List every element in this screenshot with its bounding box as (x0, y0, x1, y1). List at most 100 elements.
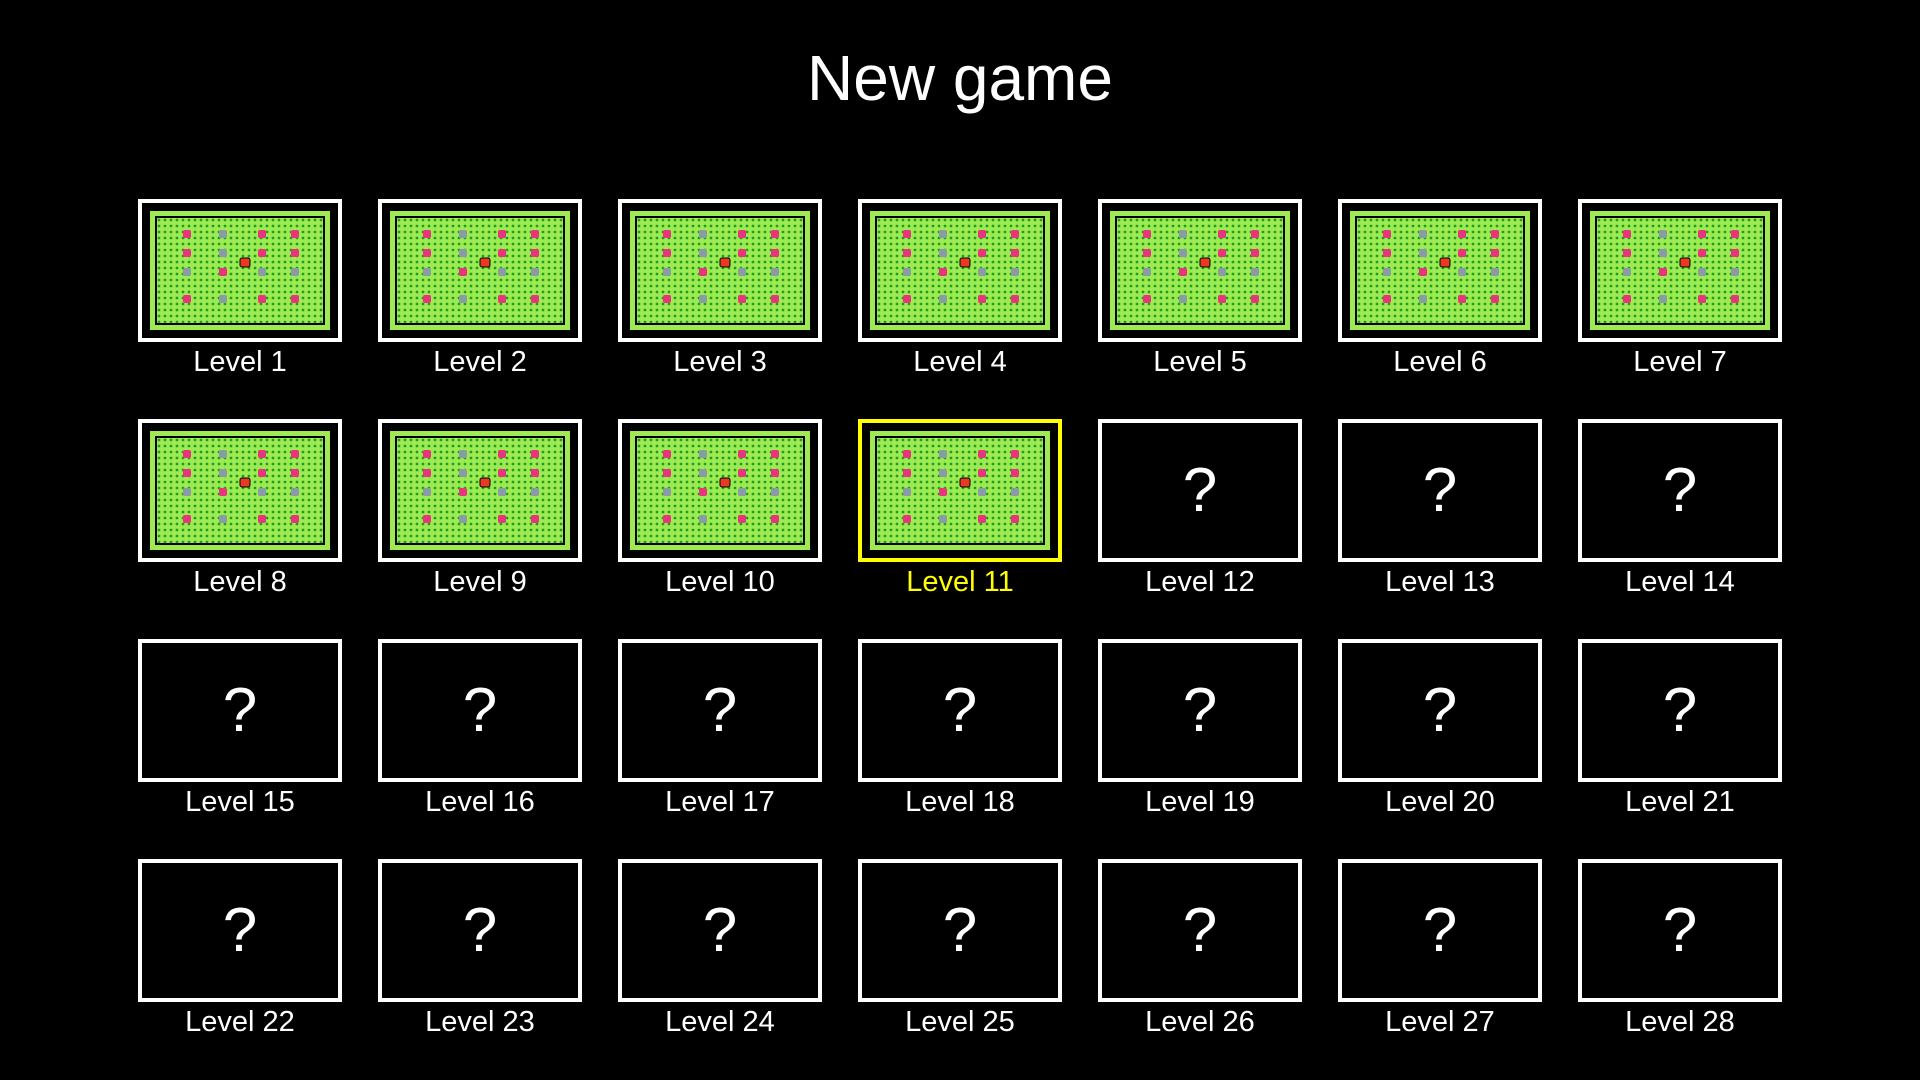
crate-tile (459, 450, 467, 458)
target-tile (939, 268, 947, 276)
level-label: Level 21 (1625, 786, 1735, 818)
locked-question-icon: ? (1422, 895, 1458, 965)
target-tile (531, 230, 539, 238)
locked-level-thumbnail: ? (1338, 859, 1542, 1002)
target-tile (1143, 295, 1151, 303)
level-thumbnail (1578, 199, 1782, 342)
level-thumbnail (618, 199, 822, 342)
crate-tile (699, 469, 707, 477)
level-card-27[interactable]: ? Level 27 (1338, 859, 1542, 1038)
level-card-11[interactable]: Level 11 (858, 419, 1062, 598)
player-icon (239, 257, 251, 268)
crate-tile (1419, 249, 1427, 257)
target-tile (1218, 230, 1226, 238)
level-card-13[interactable]: ? Level 13 (1338, 419, 1542, 598)
level-card-22[interactable]: ? Level 22 (138, 859, 342, 1038)
crate-tile (1179, 230, 1187, 238)
locked-question-icon: ? (462, 895, 498, 965)
crate-tile (699, 230, 707, 238)
crate-tile (459, 295, 467, 303)
level-card-14[interactable]: ? Level 14 (1578, 419, 1782, 598)
level-card-10[interactable]: Level 10 (618, 419, 822, 598)
target-tile (771, 295, 779, 303)
locked-level-thumbnail: ? (378, 639, 582, 782)
crate-tile (939, 230, 947, 238)
target-tile (1623, 230, 1631, 238)
target-tile (291, 515, 299, 523)
target-tile (663, 295, 671, 303)
target-tile (531, 450, 539, 458)
level-card-8[interactable]: Level 8 (138, 419, 342, 598)
target-tile (978, 295, 986, 303)
crate-tile (291, 488, 299, 496)
crate-tile (459, 515, 467, 523)
target-tile (903, 295, 911, 303)
target-tile (1251, 230, 1259, 238)
level-card-16[interactable]: ? Level 16 (378, 639, 582, 818)
level-thumbnail (1098, 199, 1302, 342)
target-tile (258, 450, 266, 458)
target-tile (183, 515, 191, 523)
level-card-28[interactable]: ? Level 28 (1578, 859, 1782, 1038)
player-icon (479, 477, 491, 488)
level-card-15[interactable]: ? Level 15 (138, 639, 342, 818)
crate-tile (219, 450, 227, 458)
target-tile (498, 469, 506, 477)
crate-tile (258, 268, 266, 276)
locked-question-icon: ? (1662, 455, 1698, 525)
target-tile (1383, 230, 1391, 238)
crate-tile (771, 488, 779, 496)
target-tile (459, 268, 467, 276)
level-card-17[interactable]: ? Level 17 (618, 639, 822, 818)
locked-question-icon: ? (1422, 455, 1458, 525)
level-label: Level 26 (1145, 1006, 1255, 1038)
level-card-1[interactable]: Level 1 (138, 199, 342, 378)
level-card-2[interactable]: Level 2 (378, 199, 582, 378)
target-tile (258, 249, 266, 257)
target-tile (1011, 515, 1019, 523)
locked-question-icon: ? (1662, 895, 1698, 965)
level-card-5[interactable]: Level 5 (1098, 199, 1302, 378)
player-icon (1439, 257, 1451, 268)
level-card-21[interactable]: ? Level 21 (1578, 639, 1782, 818)
target-tile (1731, 249, 1739, 257)
crate-tile (939, 295, 947, 303)
level-card-18[interactable]: ? Level 18 (858, 639, 1062, 818)
target-tile (459, 488, 467, 496)
level-card-25[interactable]: ? Level 25 (858, 859, 1062, 1038)
level-card-20[interactable]: ? Level 20 (1338, 639, 1542, 818)
level-card-24[interactable]: ? Level 24 (618, 859, 822, 1038)
target-tile (423, 450, 431, 458)
target-tile (291, 450, 299, 458)
level-card-23[interactable]: ? Level 23 (378, 859, 582, 1038)
target-tile (663, 450, 671, 458)
target-tile (183, 450, 191, 458)
target-tile (903, 450, 911, 458)
crate-tile (1011, 488, 1019, 496)
crate-tile (219, 295, 227, 303)
target-tile (903, 230, 911, 238)
locked-level-thumbnail: ? (138, 859, 342, 1002)
level-preview-board (150, 211, 330, 330)
target-tile (663, 469, 671, 477)
crate-tile (183, 268, 191, 276)
locked-question-icon: ? (1182, 455, 1218, 525)
crate-tile (291, 268, 299, 276)
level-card-9[interactable]: Level 9 (378, 419, 582, 598)
level-card-7[interactable]: Level 7 (1578, 199, 1782, 378)
target-tile (183, 249, 191, 257)
level-card-26[interactable]: ? Level 26 (1098, 859, 1302, 1038)
level-label: Level 19 (1145, 786, 1255, 818)
level-label: Level 9 (433, 566, 527, 598)
target-tile (219, 268, 227, 276)
locked-level-thumbnail: ? (1098, 419, 1302, 562)
level-card-6[interactable]: Level 6 (1338, 199, 1542, 378)
crate-tile (939, 450, 947, 458)
level-card-4[interactable]: Level 4 (858, 199, 1062, 378)
level-preview-board (1590, 211, 1770, 330)
level-card-3[interactable]: Level 3 (618, 199, 822, 378)
level-thumbnail (138, 419, 342, 562)
level-card-12[interactable]: ? Level 12 (1098, 419, 1302, 598)
locked-question-icon: ? (1422, 675, 1458, 745)
level-card-19[interactable]: ? Level 19 (1098, 639, 1302, 818)
